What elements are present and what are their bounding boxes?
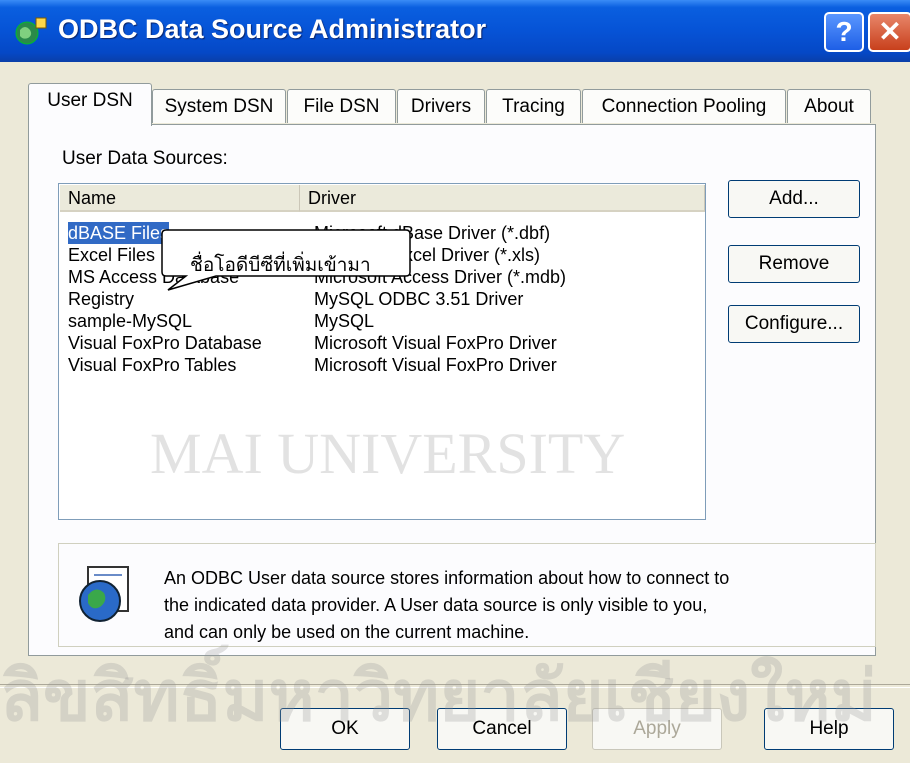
ok-button[interactable]: OK — [280, 708, 410, 750]
cancel-button[interactable]: Cancel — [437, 708, 567, 750]
dsn-driver: MySQL — [314, 311, 375, 331]
dsn-name: Excel Files — [68, 245, 156, 265]
help-title-button[interactable]: ? — [824, 12, 864, 52]
tab-user-dsn[interactable]: User DSN — [28, 83, 152, 126]
tab-file-dsn[interactable]: File DSN — [287, 89, 396, 123]
info-text-line: the indicated data provider. A User data… — [164, 595, 708, 615]
window-title: ODBC Data Source Administrator — [58, 14, 487, 44]
title-bar[interactable]: ODBC Data Source Administrator ? ✕ — [0, 0, 910, 62]
dsn-name: Visual FoxPro Tables — [68, 355, 237, 375]
close-icon[interactable]: ✕ — [868, 12, 910, 52]
odbc-dialog: ODBC Data Source Administrator ? ✕ User … — [0, 0, 910, 763]
configure-button[interactable]: Configure... — [728, 305, 860, 343]
info-text-line: and can only be used on the current mach… — [164, 622, 530, 642]
footer-separator — [0, 684, 910, 688]
help-button[interactable]: Help — [764, 708, 894, 750]
list-item[interactable]: sample-MySQL MySQL — [60, 310, 700, 332]
user-data-sources-label: User Data Sources: — [62, 148, 228, 169]
tab-drivers[interactable]: Drivers — [397, 89, 485, 123]
dsn-driver: Microsoft Visual FoxPro Driver — [314, 333, 557, 353]
list-item[interactable]: Visual FoxPro Database Microsoft Visual … — [60, 332, 700, 354]
tab-about[interactable]: About — [787, 89, 871, 123]
dsn-name: dBASE Files — [68, 222, 170, 244]
globe-book-icon — [79, 566, 129, 622]
list-item[interactable]: Visual FoxPro Tables Microsoft Visual Fo… — [60, 354, 700, 376]
apply-button[interactable]: Apply — [592, 708, 722, 750]
column-header-name[interactable]: Name — [60, 185, 300, 212]
tab-system-dsn[interactable]: System DSN — [152, 89, 286, 123]
tab-connection-pooling[interactable]: Connection Pooling — [582, 89, 786, 123]
callout-text: ชื่อโอดีบีซีที่เพิ่มเข้ามา — [190, 255, 371, 276]
column-header-driver[interactable]: Driver — [300, 185, 705, 212]
odbc-globe-icon — [15, 17, 47, 45]
tab-tracing[interactable]: Tracing — [486, 89, 581, 123]
add-button[interactable]: Add... — [728, 180, 860, 218]
remove-button[interactable]: Remove — [728, 245, 860, 283]
dsn-name: Visual FoxPro Database — [68, 333, 262, 353]
dsn-name: Registry — [68, 289, 135, 309]
dsn-driver: Microsoft Visual FoxPro Driver — [314, 355, 557, 375]
info-text-line: An ODBC User data source stores informat… — [164, 568, 730, 588]
dsn-name: sample-MySQL — [68, 311, 193, 331]
